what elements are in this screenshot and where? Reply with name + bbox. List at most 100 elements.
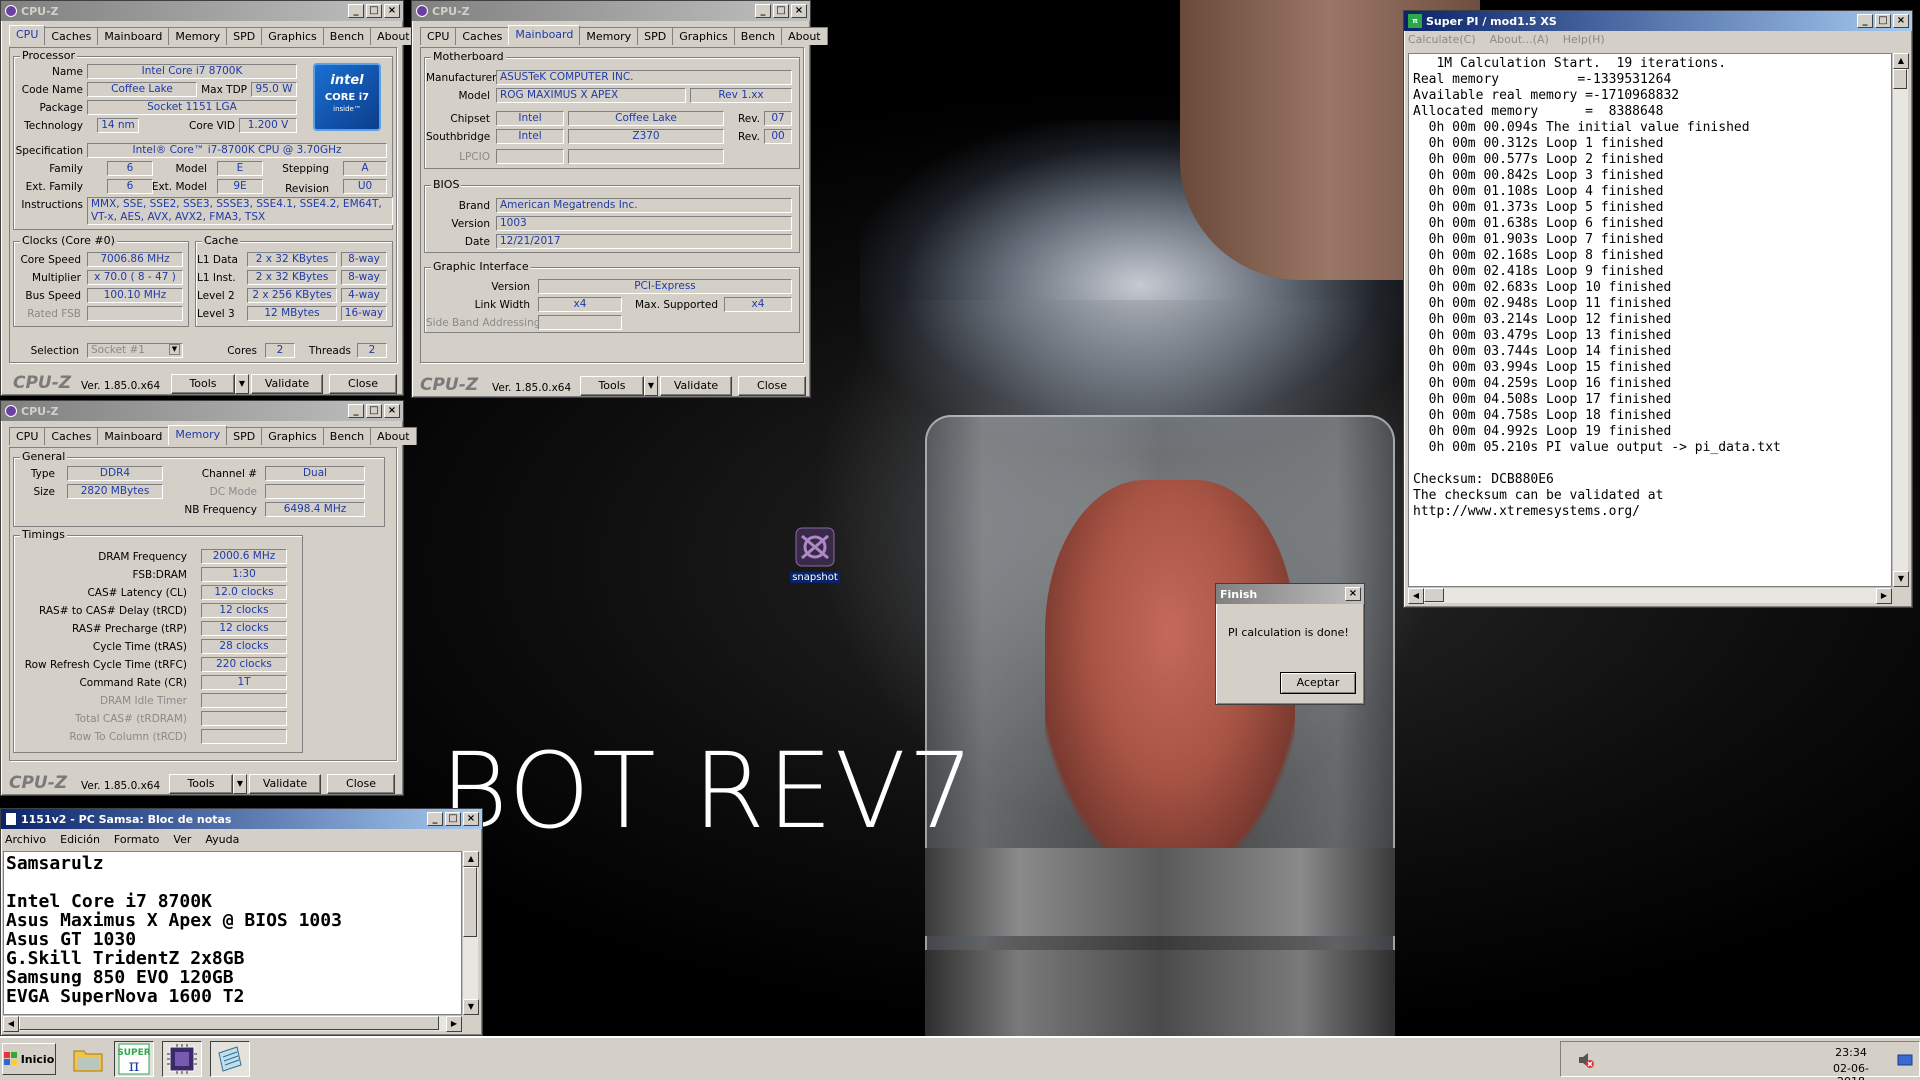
close-button[interactable]: Close (327, 774, 395, 794)
scroll-left-button[interactable]: ◀ (1408, 588, 1424, 604)
title-bar[interactable]: 1151v2 - PC Samsa: Bloc de notas _ □ × (1, 809, 482, 829)
menu-edicion[interactable]: Edición (60, 833, 100, 846)
tab-memory[interactable]: Memory (168, 27, 228, 45)
volume-muted-icon[interactable] (1577, 1051, 1595, 1069)
menu-ver[interactable]: Ver (173, 833, 191, 846)
scroll-thumb[interactable] (19, 1016, 439, 1030)
close-window-button[interactable]: × (463, 812, 479, 826)
scroll-thumb[interactable] (1893, 69, 1907, 89)
scroll-thumb[interactable] (463, 867, 477, 937)
close-window-button[interactable]: × (1345, 587, 1361, 601)
title-bar[interactable]: CPU-Z _ □ × (412, 1, 810, 21)
tab-memory[interactable]: Memory (168, 425, 228, 445)
tools-dropdown-icon[interactable]: ▼ (233, 774, 247, 794)
close-window-button[interactable]: × (791, 4, 807, 18)
tab-bench[interactable]: Bench (322, 27, 372, 45)
minimize-button[interactable]: _ (755, 4, 771, 18)
l1inst-way: 8-way (341, 270, 387, 285)
maximize-button[interactable]: □ (445, 812, 461, 826)
menu-formato[interactable]: Formato (114, 833, 160, 846)
close-window-button[interactable]: × (384, 404, 400, 418)
scroll-down-button[interactable]: ▼ (1893, 571, 1909, 587)
tab-spd[interactable]: SPD (637, 27, 674, 45)
tab-mainboard[interactable]: Mainboard (508, 25, 581, 45)
tab-caches[interactable]: Caches (44, 27, 99, 45)
horizontal-scrollbar[interactable]: ◀ ▶ (3, 1015, 462, 1032)
maximize-button[interactable]: □ (773, 4, 789, 18)
maximize-button[interactable]: □ (366, 4, 382, 18)
vertical-scrollbar[interactable]: ▲ ▼ (462, 851, 479, 1015)
tab-graphics[interactable]: Graphics (261, 427, 324, 445)
tab-cpu[interactable]: CPU (420, 27, 457, 45)
tab-memory[interactable]: Memory (579, 27, 639, 45)
start-button[interactable]: Inicio (2, 1043, 56, 1075)
scroll-up-button[interactable]: ▲ (1893, 53, 1909, 69)
menu-calculate[interactable]: Calculate(C) (1408, 33, 1476, 46)
close-window-button[interactable]: × (384, 4, 400, 18)
tab-about[interactable]: About (781, 27, 828, 45)
minimize-button[interactable]: _ (1857, 14, 1873, 28)
ok-button[interactable]: Aceptar (1280, 672, 1356, 694)
tools-button[interactable]: Tools (580, 376, 644, 396)
scroll-left-button[interactable]: ◀ (3, 1016, 19, 1032)
title-bar[interactable]: CPU-Z _ □ × (1, 1, 403, 21)
tab-caches[interactable]: Caches (455, 27, 510, 45)
title-bar[interactable]: CPU-Z _ □ × (1, 401, 403, 421)
close-button[interactable]: Close (329, 374, 397, 394)
tab-about[interactable]: About (370, 27, 417, 45)
tab-spd[interactable]: SPD (226, 427, 263, 445)
tools-button[interactable]: Tools (171, 374, 235, 394)
tab-graphics[interactable]: Graphics (261, 27, 324, 45)
show-desktop-icon[interactable] (1897, 1052, 1913, 1068)
tools-button[interactable]: Tools (169, 774, 233, 794)
notepad-window: 1151v2 - PC Samsa: Bloc de notas _ □ × A… (0, 808, 483, 1036)
scroll-down-button[interactable]: ▼ (463, 999, 479, 1015)
title-bar[interactable]: Finish × (1216, 584, 1364, 604)
validate-button[interactable]: Validate (251, 374, 323, 394)
minimize-button[interactable]: _ (348, 4, 364, 18)
maximize-button[interactable]: □ (1875, 14, 1891, 28)
timing-value: 1T (201, 675, 287, 690)
cpuz-app-icon (5, 5, 17, 17)
tools-dropdown-icon[interactable]: ▼ (644, 376, 658, 396)
tools-dropdown-icon[interactable]: ▼ (235, 374, 249, 394)
tab-cpu[interactable]: CPU (9, 25, 46, 45)
vertical-scrollbar[interactable]: ▲ ▼ (1892, 53, 1909, 587)
validate-button[interactable]: Validate (249, 774, 321, 794)
tab-bench[interactable]: Bench (733, 27, 783, 45)
taskbar-notepad[interactable] (210, 1041, 250, 1077)
close-button[interactable]: Close (738, 376, 806, 396)
minimize-button[interactable]: _ (348, 404, 364, 418)
tab-bench[interactable]: Bench (322, 427, 372, 445)
menu-about[interactable]: About...(A) (1490, 33, 1549, 46)
notepad-text-area[interactable]: Samsarulz Intel Core i7 8700K Asus Maxim… (3, 851, 462, 1015)
tab-caches[interactable]: Caches (44, 427, 99, 445)
tab-mainboard[interactable]: Mainboard (97, 27, 170, 45)
chevron-down-icon[interactable]: ▼ (169, 344, 180, 355)
menu-archivo[interactable]: Archivo (5, 833, 46, 846)
group-title: Processor (20, 49, 77, 62)
tab-mainboard[interactable]: Mainboard (97, 427, 170, 445)
close-window-button[interactable]: × (1893, 14, 1909, 28)
tab-about[interactable]: About (370, 427, 417, 445)
title-bar[interactable]: π Super PI / mod1.5 XS _ □ × (1404, 11, 1912, 31)
menu-help[interactable]: Help(H) (1563, 33, 1605, 46)
scroll-up-button[interactable]: ▲ (463, 851, 479, 867)
taskbar-explorer[interactable] (68, 1041, 108, 1077)
scroll-right-button[interactable]: ▶ (1876, 588, 1892, 604)
scroll-right-button[interactable]: ▶ (446, 1016, 462, 1032)
tab-strip: CPU Caches Mainboard Memory SPD Graphics… (420, 25, 828, 47)
taskbar-cpuz[interactable] (162, 1041, 202, 1077)
validate-button[interactable]: Validate (660, 376, 732, 396)
taskbar-superpi[interactable]: SUPER π (114, 1041, 154, 1077)
horizontal-scrollbar[interactable]: ◀ ▶ (1408, 587, 1892, 604)
tab-spd[interactable]: SPD (226, 27, 263, 45)
family-value: 6 (107, 161, 153, 176)
menu-ayuda[interactable]: Ayuda (205, 833, 239, 846)
tab-graphics[interactable]: Graphics (672, 27, 735, 45)
scroll-thumb[interactable] (1424, 588, 1444, 602)
tab-cpu[interactable]: CPU (9, 427, 46, 445)
maximize-button[interactable]: □ (366, 404, 382, 418)
desktop-icon-snapshot[interactable]: snapshot (788, 524, 842, 590)
minimize-button[interactable]: _ (427, 812, 443, 826)
